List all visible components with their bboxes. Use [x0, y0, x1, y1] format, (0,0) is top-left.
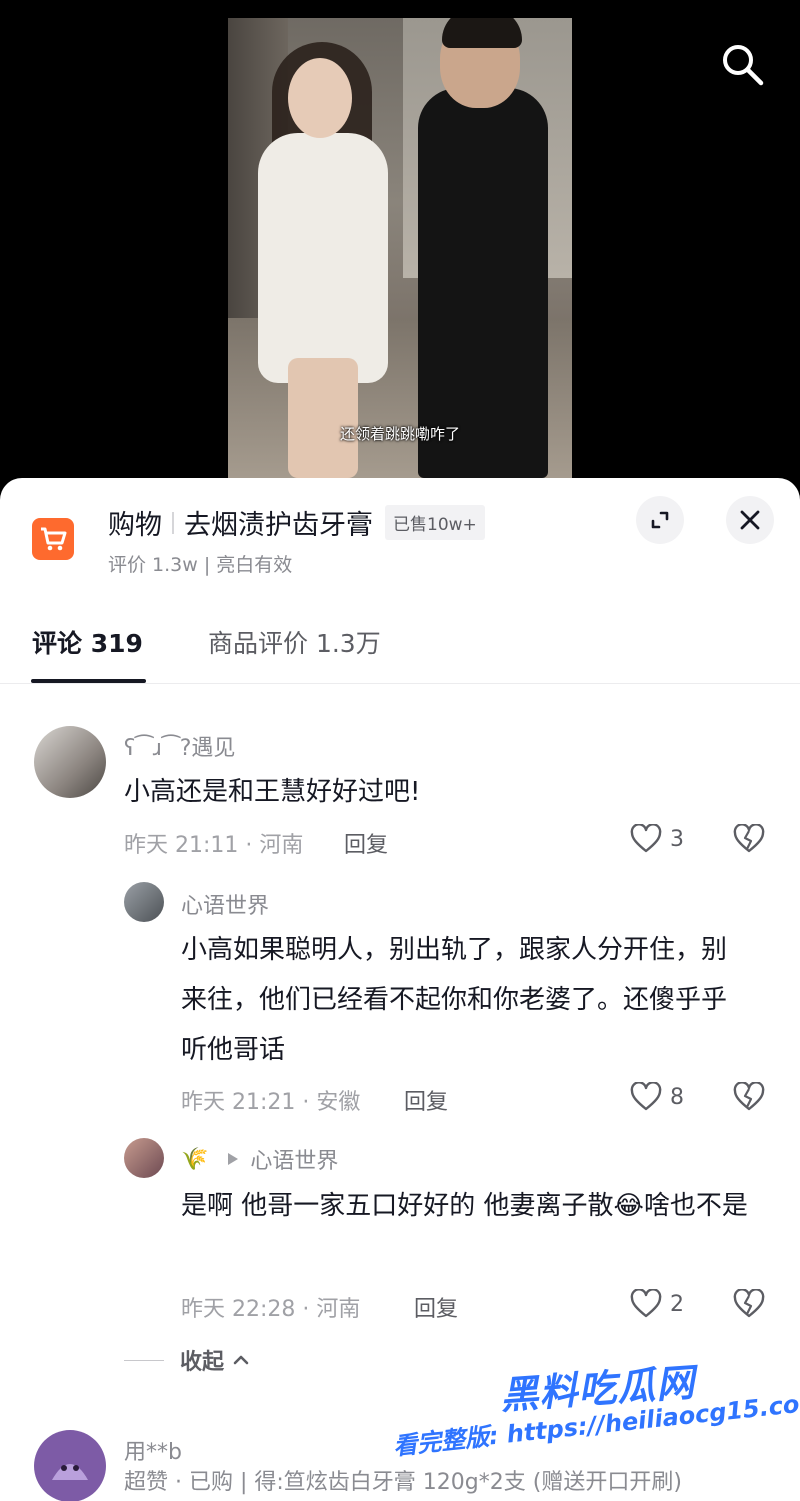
heart-icon [630, 1289, 662, 1318]
heart-icon [630, 1082, 662, 1111]
search-icon[interactable] [716, 38, 768, 90]
reply-button[interactable]: 回复 [344, 827, 388, 859]
comment-text[interactable]: 小高如果聪明人，别出轨了，跟家人分开住，别来往，他们已经看不起你和你老婆了。还傻… [181, 925, 741, 1075]
like-count: 3 [670, 826, 684, 852]
chevron-up-icon [233, 1355, 249, 1365]
video-woman-head [288, 58, 352, 138]
comment-meta: 昨天 21:11 · 河南 [124, 833, 304, 858]
product-name: 去烟渍护齿牙膏 [184, 510, 373, 541]
comment-username[interactable]: 心语世界 [181, 888, 269, 920]
video-woman [258, 133, 388, 383]
like-count: 2 [670, 1291, 684, 1317]
reply-button[interactable]: 回复 [404, 1084, 448, 1116]
tab-comments[interactable]: 评论 319 [32, 624, 143, 660]
tab-bar: 评论 319 商品评价 1.3万 [0, 618, 800, 684]
expand-icon[interactable] [636, 496, 684, 544]
comment-text[interactable]: 超赞 · 已购 | 得:笪炫齿白牙膏 120g*2支 (赠送开口开刷) [124, 1465, 774, 1501]
like-button[interactable]: 8 [630, 1082, 684, 1112]
heart-icon [630, 824, 662, 853]
like-count: 8 [670, 1084, 684, 1110]
comment-sheet: 购物 去烟渍护齿牙膏 已售10w+ 评价 1.3w | 亮白有效 评论 319 … [0, 478, 800, 1501]
product-rating: 评价 1.3w | 亮白有效 [108, 554, 293, 576]
video-man-hair [442, 18, 522, 48]
comment-username: 🌾 [181, 1146, 209, 1172]
video-woman-legs [288, 358, 358, 478]
comment-meta: 昨天 21:21 · 安徽 [181, 1090, 361, 1115]
comment-username[interactable]: 用**b [124, 1434, 182, 1466]
comment-username[interactable]: ʕ⁀ɹ⁀?遇见 [124, 730, 235, 762]
avatar[interactable] [124, 882, 164, 922]
video-subtitle: 还领着跳跳嘞咋了 [339, 425, 460, 443]
play-arrow-icon [228, 1153, 239, 1165]
broken-heart-icon[interactable] [732, 1288, 766, 1323]
avatar[interactable] [34, 726, 106, 798]
avatar[interactable] [124, 1138, 164, 1178]
reply-to-username: 心语世界 [250, 1149, 339, 1174]
shopping-cart-icon[interactable] [32, 518, 74, 560]
reply-button[interactable]: 回复 [414, 1291, 458, 1323]
product-category: 购物 [108, 510, 162, 541]
collapse-label: 收起 [180, 1350, 225, 1375]
comment-text[interactable]: 是啊 他哥一家五口好好的 他妻离子散😂啥也不是 [181, 1181, 761, 1231]
video-frame[interactable]: 还领着跳跳嘞咋了 [228, 18, 572, 478]
tab-product-reviews[interactable]: 商品评价 1.3万 [208, 624, 381, 660]
broken-heart-icon[interactable] [732, 823, 766, 858]
comment-text[interactable]: 小高还是和王慧好好过吧! [124, 767, 744, 817]
like-button[interactable]: 2 [630, 1289, 684, 1319]
avatar[interactable] [34, 1430, 106, 1501]
like-button[interactable]: 3 [630, 824, 684, 854]
collapse-divider [124, 1359, 164, 1361]
sold-badge: 已售10w+ [385, 505, 485, 540]
product-title[interactable]: 购物 去烟渍护齿牙膏 已售10w+ [108, 503, 485, 542]
comment-meta: 昨天 22:28 · 河南 [181, 1297, 361, 1322]
video-player[interactable]: 还领着跳跳嘞咋了 [0, 0, 800, 480]
video-man [418, 88, 548, 478]
collapse-replies-button[interactable]: 收起 [124, 1344, 252, 1376]
comment-username-row[interactable]: 🌾 心语世界 [181, 1143, 338, 1175]
tab-indicator [31, 679, 146, 683]
close-icon[interactable] [726, 496, 774, 544]
broken-heart-icon[interactable] [732, 1081, 766, 1116]
title-divider [172, 511, 174, 534]
product-card[interactable]: 购物 去烟渍护齿牙膏 已售10w+ 评价 1.3w | 亮白有效 [0, 478, 800, 588]
